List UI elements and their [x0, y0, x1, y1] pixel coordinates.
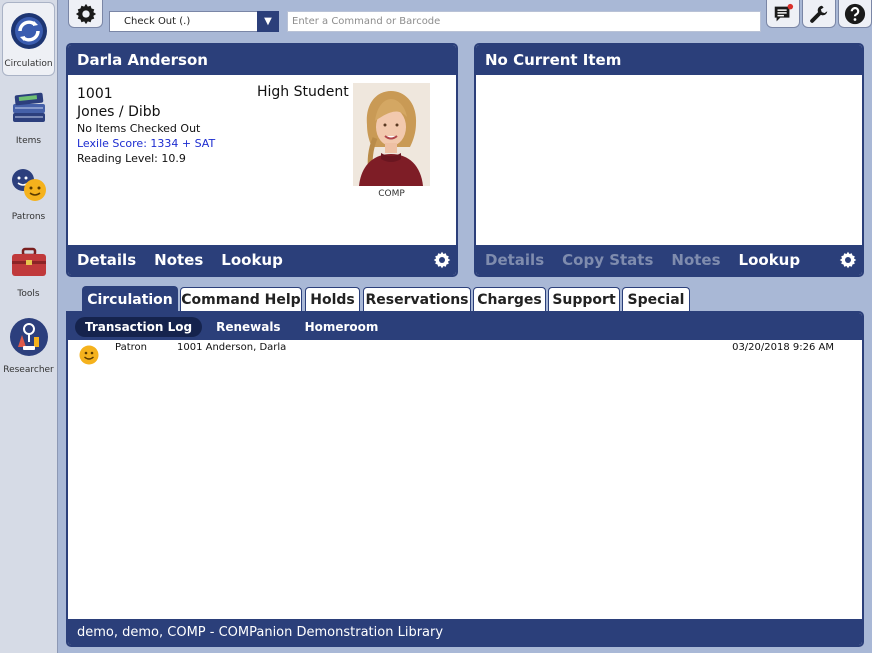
patron-name: Darla Anderson	[68, 45, 456, 75]
item-details-link[interactable]: Details	[485, 251, 544, 269]
sidebar: Circulation Items Patrons Tools Research…	[0, 0, 58, 653]
patron-barcode: 1001	[77, 86, 113, 102]
sidebar-item-circulation[interactable]: Circulation	[2, 2, 55, 76]
tools-wrench-button[interactable]	[802, 0, 836, 28]
patron-type: High Student	[257, 84, 349, 100]
patron-notes-link[interactable]: Notes	[154, 251, 203, 269]
sidebar-item-label: Items	[15, 136, 42, 146]
command-input[interactable]	[287, 11, 761, 32]
subtab-renewals[interactable]: Renewals	[206, 317, 291, 337]
toolbox-icon	[7, 239, 51, 283]
sidebar-item-label: Researcher	[3, 365, 54, 375]
log-detail: 1001 Anderson, Darla	[177, 342, 287, 353]
patrons-icon	[7, 162, 51, 206]
item-notes-link[interactable]: Notes	[671, 251, 720, 269]
tab-charges[interactable]: Charges	[473, 287, 546, 312]
books-icon	[7, 86, 51, 130]
item-panel-footer: Details Copy Stats Notes Lookup	[476, 245, 862, 275]
tab-circulation[interactable]: Circulation	[82, 286, 178, 313]
item-copy-stats-link[interactable]: Copy Stats	[562, 251, 653, 269]
tab-holds[interactable]: Holds	[305, 287, 360, 312]
subtab-bar: Transaction Log Renewals Homeroom	[68, 313, 862, 340]
tab-support[interactable]: Support	[548, 287, 620, 312]
patron-lookup-link[interactable]: Lookup	[221, 251, 283, 269]
tab-reservations[interactable]: Reservations	[363, 287, 471, 312]
settings-gear-button[interactable]	[68, 0, 103, 28]
patron-panel-footer: Details Notes Lookup	[68, 245, 456, 275]
sidebar-item-label: Patrons	[11, 212, 46, 222]
sidebar-item-label: Circulation	[4, 59, 53, 69]
message-alert-icon	[774, 3, 794, 21]
patron-info: 1001 Jones / Dibb No Items Checked Out L…	[77, 85, 215, 166]
patron-photo-caption: COMP	[378, 189, 405, 199]
log-timestamp: 03/20/2018 9:26 AM	[732, 342, 834, 353]
gear-icon[interactable]	[839, 251, 857, 273]
sidebar-item-researcher[interactable]: Researcher	[2, 309, 55, 383]
table-row[interactable]: Patron 1001 Anderson, Darla 03/20/2018 9…	[68, 340, 862, 368]
patron-checkouts: No Items Checked Out	[77, 122, 201, 135]
mode-select-value: Check Out (.)	[124, 16, 191, 27]
subtab-transaction-log[interactable]: Transaction Log	[75, 316, 203, 337]
patron-panel: Darla Anderson 1001 Jones / Dibb No Item…	[66, 43, 458, 277]
sidebar-item-patrons[interactable]: Patrons	[2, 156, 55, 230]
patron-homeroom: Jones / Dibb	[77, 104, 161, 120]
status-bar: demo, demo, COMP - COMPanion Demonstrati…	[68, 619, 862, 645]
patron-details-link[interactable]: Details	[77, 251, 136, 269]
gear-icon[interactable]	[433, 251, 451, 273]
patron-smiley-icon	[79, 345, 99, 369]
item-panel-title: No Current Item	[476, 45, 862, 75]
gear-icon	[75, 3, 96, 24]
circulation-icon	[7, 9, 51, 53]
item-panel: No Current Item Details Copy Stats Notes…	[474, 43, 864, 277]
chevron-down-icon[interactable]: ▼	[257, 11, 279, 32]
sidebar-item-items[interactable]: Items	[2, 80, 55, 154]
help-button[interactable]	[838, 0, 872, 28]
wrench-icon	[810, 5, 828, 23]
tab-special[interactable]: Special	[622, 287, 690, 312]
patron-photo[interactable]	[353, 83, 430, 186]
help-icon	[844, 3, 866, 24]
item-lookup-link[interactable]: Lookup	[739, 251, 801, 269]
messages-button[interactable]	[766, 0, 800, 28]
mode-select[interactable]: Check Out (.) ▼	[109, 11, 279, 32]
log-type: Patron	[115, 342, 147, 353]
circulation-panel: Transaction Log Renewals Homeroom Patron…	[66, 311, 864, 647]
patron-lexile[interactable]: Lexile Score: 1334 + SAT	[77, 136, 215, 151]
subtab-homeroom[interactable]: Homeroom	[295, 317, 389, 337]
sidebar-item-tools[interactable]: Tools	[2, 233, 55, 307]
sidebar-item-label: Tools	[17, 289, 40, 299]
researcher-icon	[7, 315, 51, 359]
patron-reading-level: Reading Level: 10.9	[77, 152, 186, 165]
tab-command-help[interactable]: Command Help	[180, 287, 302, 312]
